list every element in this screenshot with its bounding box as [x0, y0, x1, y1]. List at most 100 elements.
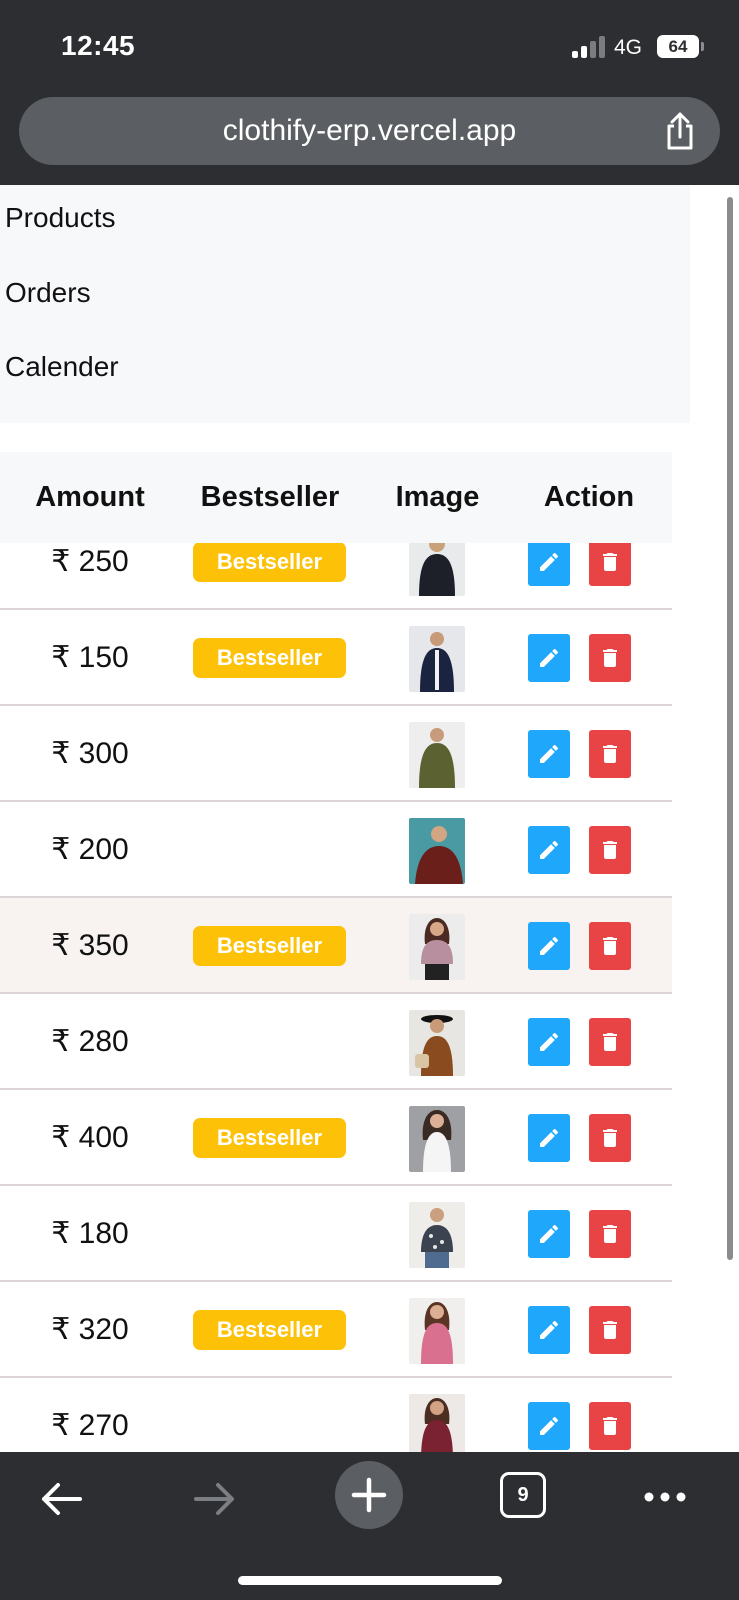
arrow-left-icon [42, 1483, 82, 1515]
amount-cell: ₹ 200 [51, 833, 129, 866]
browser-address-area: clothify-erp.vercel.app [0, 92, 739, 185]
new-tab-button[interactable] [335, 1461, 403, 1529]
pencil-icon [540, 744, 559, 763]
column-header-action: Action [543, 481, 635, 513]
table-row: ₹ 150 Bestseller [0, 610, 672, 706]
pencil-icon [540, 1032, 559, 1051]
pencil-icon [540, 1128, 559, 1147]
product-image [409, 1106, 465, 1172]
bestseller-badge: Bestseller [193, 926, 346, 966]
amount-cell: ₹ 350 [51, 929, 129, 962]
delete-button[interactable] [589, 1306, 631, 1354]
battery-icon: 64 [657, 35, 699, 58]
pencil-icon [540, 840, 559, 859]
table-row: ₹ 270 [0, 1378, 672, 1452]
status-bar: 12:45 4G 64 [0, 0, 739, 92]
edit-button[interactable] [528, 634, 570, 682]
pencil-icon [540, 1416, 559, 1435]
delete-button[interactable] [589, 1114, 631, 1162]
products-table-body: ₹ 250 Bestseller ₹ 150 Bestseller ₹ 300 … [0, 543, 672, 1452]
delete-button[interactable] [589, 543, 631, 586]
share-icon[interactable] [661, 111, 699, 151]
trash-icon [603, 553, 617, 571]
bestseller-badge: Bestseller [193, 1118, 346, 1158]
amount-cell: ₹ 400 [51, 1121, 129, 1154]
tabs-button[interactable]: 9 [500, 1472, 546, 1518]
status-time: 12:45 [61, 30, 136, 61]
signal-strength-icon [572, 36, 608, 58]
plus-icon [351, 1477, 387, 1513]
edit-button[interactable] [528, 922, 570, 970]
edit-button[interactable] [528, 730, 570, 778]
table-row: ₹ 320 Bestseller [0, 1282, 672, 1378]
trash-icon [603, 1033, 617, 1051]
product-image [409, 543, 465, 596]
page-scrollbar[interactable] [727, 197, 733, 1260]
trash-icon [603, 841, 617, 859]
battery-tip [701, 42, 704, 51]
trash-icon [603, 745, 617, 763]
amount-cell: ₹ 150 [51, 641, 129, 674]
column-header-bestseller: Bestseller [200, 481, 340, 513]
forward-button[interactable] [190, 1474, 240, 1524]
pencil-icon [540, 552, 559, 571]
address-bar[interactable]: clothify-erp.vercel.app [19, 97, 720, 165]
nav-item-products[interactable]: Products [5, 202, 116, 234]
product-image [409, 1394, 465, 1452]
table-row: ₹ 200 [0, 802, 672, 898]
trash-icon [603, 937, 617, 955]
edit-button[interactable] [528, 543, 570, 586]
trash-icon [603, 1129, 617, 1147]
product-image [409, 1202, 465, 1268]
trash-icon [603, 1225, 617, 1243]
delete-button[interactable] [589, 1210, 631, 1258]
table-row: ₹ 250 Bestseller [0, 543, 672, 610]
edit-button[interactable] [528, 826, 570, 874]
column-header-amount: Amount [35, 481, 145, 513]
product-image [409, 1010, 465, 1076]
table-header: Amount Bestseller Image Action [0, 452, 672, 543]
product-image [409, 722, 465, 788]
product-image [409, 626, 465, 692]
url-text[interactable]: clothify-erp.vercel.app [19, 97, 720, 165]
more-button[interactable] [640, 1482, 690, 1512]
amount-cell: ₹ 250 [51, 545, 129, 578]
amount-cell: ₹ 300 [51, 737, 129, 770]
home-indicator [238, 1576, 502, 1585]
edit-button[interactable] [528, 1114, 570, 1162]
browser-toolbar: 9 [0, 1452, 739, 1600]
trash-icon [603, 649, 617, 667]
amount-cell: ₹ 180 [51, 1217, 129, 1250]
trash-icon [603, 1417, 617, 1435]
arrow-right-icon [194, 1483, 234, 1515]
bestseller-badge: Bestseller [193, 1310, 346, 1350]
back-button[interactable] [36, 1474, 86, 1524]
edit-button[interactable] [528, 1210, 570, 1258]
table-row: ₹ 350 Bestseller [0, 898, 672, 994]
edit-button[interactable] [528, 1402, 570, 1450]
delete-button[interactable] [589, 826, 631, 874]
nav-item-calender[interactable]: Calender [5, 351, 119, 383]
edit-button[interactable] [528, 1018, 570, 1066]
table-row: ₹ 180 [0, 1186, 672, 1282]
product-image [409, 1298, 465, 1364]
bestseller-badge: Bestseller [193, 638, 346, 678]
delete-button[interactable] [589, 730, 631, 778]
delete-button[interactable] [589, 1018, 631, 1066]
amount-cell: ₹ 280 [51, 1025, 129, 1058]
edit-button[interactable] [528, 1306, 570, 1354]
delete-button[interactable] [589, 1402, 631, 1450]
pencil-icon [540, 1320, 559, 1339]
table-row: ₹ 280 [0, 994, 672, 1090]
web-page: Products Orders Calender Amount Bestsell… [0, 185, 739, 1452]
amount-cell: ₹ 270 [51, 1409, 129, 1442]
nav-menu: Products Orders Calender [0, 185, 690, 423]
nav-item-orders[interactable]: Orders [5, 277, 91, 309]
delete-button[interactable] [589, 634, 631, 682]
pencil-icon [540, 936, 559, 955]
table-row: ₹ 400 Bestseller [0, 1090, 672, 1186]
product-image [409, 818, 465, 884]
pencil-icon [540, 1224, 559, 1243]
column-header-image: Image [395, 481, 480, 513]
delete-button[interactable] [589, 922, 631, 970]
